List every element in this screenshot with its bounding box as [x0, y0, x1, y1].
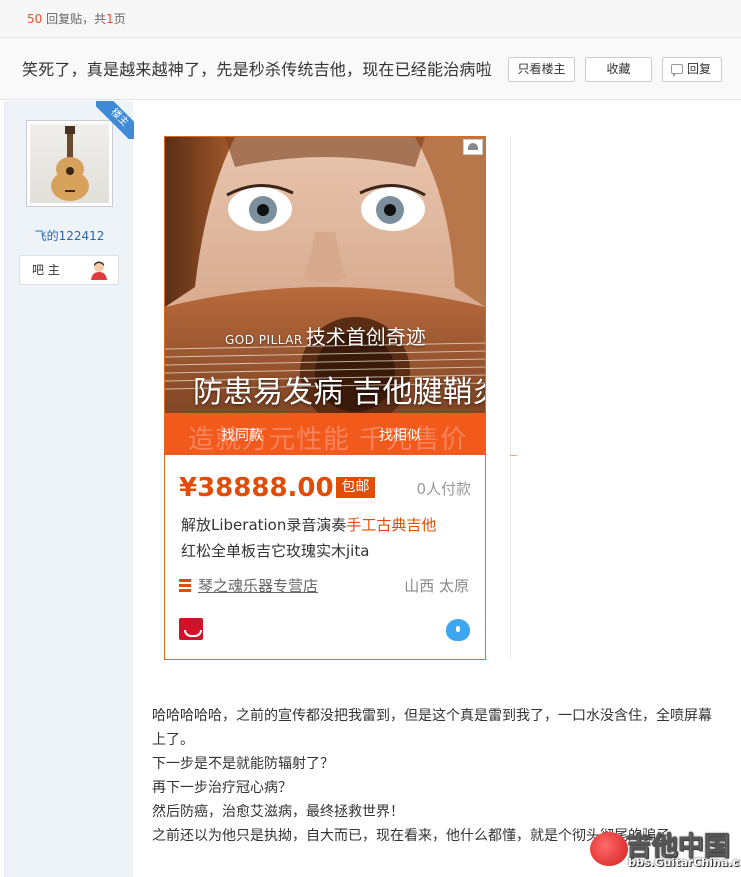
product-title-prefix: 解放Liberation录音演奏	[181, 516, 347, 534]
op-corner-badge: 楼主	[96, 101, 134, 139]
only-op-button[interactable]: 只看楼主	[508, 57, 575, 82]
free-shipping-badge: 包邮	[336, 477, 375, 498]
reply-bubble-icon	[671, 64, 683, 77]
product-price: ¥38888.00	[179, 473, 334, 503]
pager-bar: 50 回复贴，共1页	[0, 0, 741, 38]
product-action-banner: 造就万元性能 千元售价 找同款 找相似	[165, 413, 485, 455]
product-card[interactable]: GOD PILLAR 技术首创奇迹 防患易发病 吉他腱鞘炎 造就万元性能 千元售价…	[164, 136, 486, 660]
op-badge-label: 楼主	[96, 101, 134, 139]
shop-list-icon	[179, 579, 191, 593]
page-count: 1	[106, 12, 114, 26]
post-line: 然后防癌，治愈艾滋病，最终拯救世界！	[152, 804, 404, 820]
reply-count-label: 回复贴，共	[42, 12, 107, 26]
watermark-logo-icon	[590, 832, 628, 866]
author-username[interactable]: 飞的122412	[5, 227, 134, 244]
product-title-line2: 红松全单板吉它玫瑰实木jita	[181, 542, 370, 560]
reply-count: 50	[27, 12, 43, 26]
card-divider-tick	[510, 455, 517, 456]
reply-button[interactable]: 回复	[662, 57, 722, 82]
reply-button-label: 回复	[686, 62, 711, 76]
shop-link[interactable]: 琴之魂乐器专营店	[198, 575, 318, 596]
post-line: 下一步是不是就能防辐射了？	[152, 756, 334, 772]
product-title[interactable]: 解放Liberation录音演奏手工古典吉他 红松全单板吉它玫瑰实木jita	[181, 512, 471, 564]
watermark-url: bbs.GuitarChina.com	[628, 856, 741, 869]
post-line: 再下一步治疗冠心病？	[152, 780, 292, 796]
author-role: 吧 主	[19, 255, 119, 285]
author-sidebar: 飞的122412 吧 主	[4, 101, 133, 877]
tmall-icon	[179, 618, 203, 640]
post-line: 上了。	[152, 732, 194, 748]
site-watermark: 吉他中国 bbs.GuitarChina.com	[590, 826, 741, 872]
shop-location: 山西 太原	[404, 577, 469, 595]
image-caption-headline: GOD PILLAR 技术首创奇迹	[225, 321, 426, 350]
product-title-highlight: 手工古典吉他	[346, 516, 437, 534]
post-line: 哈哈哈哈哈，之前的宣传都没把我雷到，但是这个真是雷到我了，一口水没含住，全喷屏幕	[152, 708, 712, 724]
product-image[interactable]: GOD PILLAR 技术首创奇迹 防患易发病 吉他腱鞘炎 造就万元性能 千元售价…	[165, 137, 485, 455]
moderator-icon	[91, 261, 107, 280]
thread-title: 笑死了，真是越来越神了，先是秒杀传统吉他，现在已经能治病啦	[22, 60, 492, 79]
find-same-style-button[interactable]: 找同款	[221, 425, 263, 445]
image-caption-claim: 防患易发病 吉他腱鞘炎	[193, 375, 485, 410]
role-label: 吧 主	[32, 263, 60, 277]
wangwang-chat-icon[interactable]	[446, 619, 470, 641]
card-divider	[510, 137, 511, 658]
thread-header: 笑死了，真是越来越神了，先是秒杀传统吉他，现在已经能治病啦 只看楼主 收藏 回复	[0, 38, 741, 100]
sold-count: 0人付款	[416, 480, 471, 498]
page-count-label: 页	[113, 12, 126, 26]
favorite-button[interactable]: 收藏	[585, 57, 652, 82]
image-caption-brand: GOD PILLAR	[225, 333, 303, 347]
favorite-corner-icon[interactable]	[463, 139, 483, 155]
find-similar-button[interactable]: 找相似	[379, 425, 421, 445]
image-caption-text: 技术首创奇迹	[305, 325, 426, 349]
